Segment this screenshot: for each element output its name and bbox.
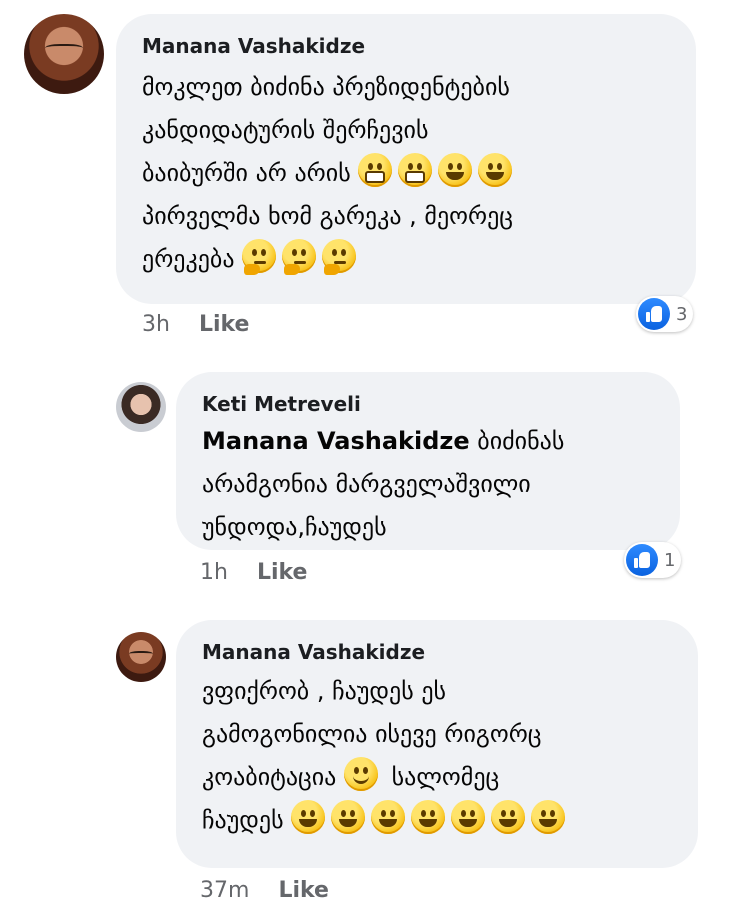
thumbs-up-icon: [626, 544, 658, 576]
reaction-count: 1: [664, 549, 676, 571]
reaction-count: 3: [676, 303, 688, 325]
comment-line: პირველმა ხომ გარეკა , მეორეც: [142, 202, 514, 230]
grinning-face-icon: [291, 800, 326, 834]
grinning-face-icon: [411, 800, 446, 834]
glasses-decor: [44, 44, 84, 54]
comment-line-text: სალომეც: [391, 763, 500, 791]
comment-line: გამოგონილია ისევე რიგორც: [202, 720, 542, 748]
avatar[interactable]: [116, 382, 166, 432]
reaction-badge[interactable]: 3: [636, 296, 694, 332]
comment-meta: 3h Like: [142, 312, 249, 337]
comment-bubble: Manana Vashakidze მოკლეთ ბიძინა პრეზიდენ…: [116, 14, 696, 304]
comment-line: ბაიბურში არ არის: [142, 152, 518, 195]
like-button[interactable]: Like: [199, 312, 250, 337]
comment-text: ვფიქრობ , ჩაუდეს ეს გამოგონილია ისევე რი…: [202, 670, 571, 842]
grinning-face-icon: [331, 800, 366, 834]
comment-meta: 37m Like: [200, 878, 329, 903]
comment-text: Manana Vashakidze ბიძინას არამგონია მარგ…: [202, 420, 564, 549]
comment-author[interactable]: Manana Vashakidze: [142, 34, 365, 58]
comment-line: ჩაუდეს: [202, 799, 571, 842]
comment-line: ერეკება: [142, 238, 518, 281]
grinning-face-icon: [438, 153, 473, 187]
like-button[interactable]: Like: [257, 560, 308, 585]
grinning-face-icon: [478, 153, 513, 187]
reaction-badge[interactable]: 1: [624, 542, 682, 578]
comment-line-text: ბიძინას: [477, 427, 565, 455]
thinking-face-icon: [322, 239, 357, 275]
comment-line: ვფიქრობ , ჩაუდეს ეს: [202, 677, 447, 705]
comment-author[interactable]: Keti Metreveli: [202, 392, 361, 416]
avatar[interactable]: [116, 632, 166, 682]
comment-bubble: Keti Metreveli Manana Vashakidze ბიძინას…: [176, 372, 680, 550]
comment-line-text: ერეკება: [142, 245, 235, 273]
comment-line: კანდიდატურის შერჩევის: [142, 116, 429, 144]
comment-line: კოაბიტაცია სალომეც: [202, 756, 571, 799]
comment-bubble: Manana Vashakidze ვფიქრობ , ჩაუდეს ეს გა…: [176, 620, 698, 868]
glasses-decor: [129, 651, 153, 658]
grinning-face-icon: [491, 800, 526, 834]
comment-line: მოკლეთ ბიძინა პრეზიდენტების: [142, 73, 510, 101]
comment-line-text: კოაბიტაცია: [202, 763, 337, 791]
thinking-face-icon: [282, 239, 317, 275]
comment-meta: 1h Like: [200, 560, 307, 585]
grinning-face-icon: [371, 800, 406, 834]
grinning-face-icon: [451, 800, 486, 834]
comment-line: არამგონია მარგველაშვილი: [202, 470, 531, 498]
thinking-face-icon: [242, 239, 277, 275]
thumbs-up-icon: [638, 298, 670, 330]
comment-author[interactable]: Manana Vashakidze: [202, 640, 425, 664]
comment-line-text: ბაიბურში არ არის: [142, 159, 351, 187]
comment-time[interactable]: 1h: [200, 560, 228, 585]
comment-time[interactable]: 3h: [142, 312, 170, 337]
slightly-smiling-face-icon: [344, 757, 378, 791]
comment-text: მოკლეთ ბიძინა პრეზიდენტების კანდიდატურის…: [142, 66, 518, 281]
comment-line: უნდოდა,ჩაუდეს: [202, 513, 387, 541]
comment-line-text: ჩაუდეს: [202, 806, 284, 834]
comment-line: Manana Vashakidze ბიძინას: [202, 420, 564, 463]
grinning-face-icon: [531, 800, 566, 834]
avatar[interactable]: [24, 14, 104, 94]
grimacing-face-icon: [358, 153, 393, 187]
comment-time[interactable]: 37m: [200, 878, 249, 903]
mention-link[interactable]: Manana Vashakidze: [202, 427, 470, 455]
grimacing-face-icon: [398, 153, 433, 187]
like-button[interactable]: Like: [278, 878, 329, 903]
